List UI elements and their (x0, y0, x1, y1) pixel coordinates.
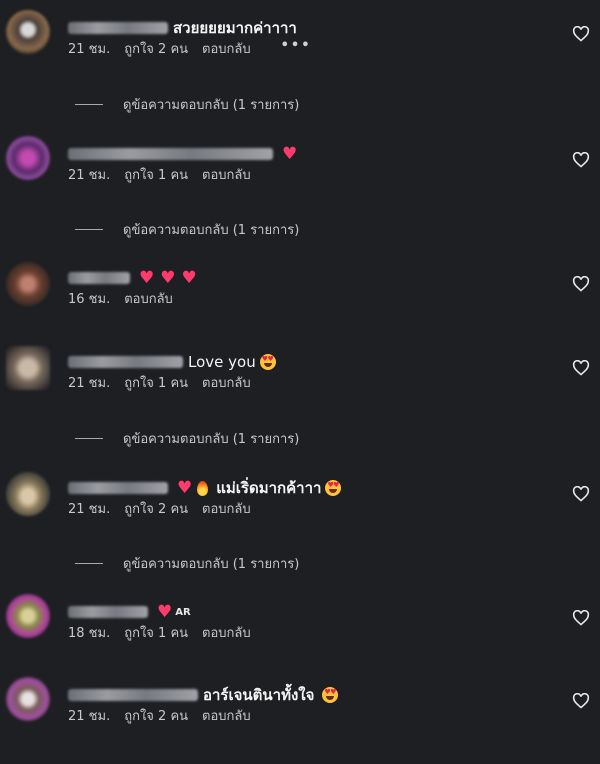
comment-time: 21 ชม. (68, 376, 111, 391)
username-blurred[interactable] (68, 22, 168, 34)
view-replies-label: ดูข้อความตอบกลับ (1 รายการ) (123, 223, 300, 238)
heart-eyes-emoji-icon (322, 687, 339, 703)
view-replies-label: ดูข้อความตอบกลับ (1 รายการ) (123, 98, 300, 113)
comment-time: 21 ชม. (68, 502, 111, 517)
heart-outline-icon[interactable] (572, 486, 590, 502)
comment-text: ♥ AR (153, 601, 191, 622)
reply-button[interactable]: ตอบกลับ (202, 705, 251, 726)
heart-emoji-icon: ♥ (282, 143, 298, 164)
comment-header: สวยยยยมากค่าาาา (68, 16, 297, 40)
comment-text-content: อาร์เจนตินาทั้งใจ (203, 686, 315, 704)
heart-emoji-icon: ♥ (139, 267, 155, 288)
heart-outline-icon[interactable] (572, 360, 590, 376)
replies-divider-line (75, 229, 103, 230)
heart-emoji-icon: ♥ (177, 477, 193, 498)
like-count[interactable]: ถูกใจ 1 คน (124, 164, 188, 185)
comment-meta: 21 ชม. ถูกใจ 1 คน ตอบกลับ (68, 164, 265, 185)
comment-meta: 18 ชม. ถูกใจ 1 คน ตอบกลับ (68, 622, 265, 643)
comment-header: ♥ แม่เริ่ดมากค้าาา (68, 476, 342, 500)
like-count[interactable]: ถูกใจ 1 คน (124, 622, 188, 643)
avatar[interactable] (6, 594, 50, 638)
reply-button[interactable]: ตอบกลับ (202, 372, 251, 393)
replies-divider-line (75, 438, 103, 439)
avatar[interactable] (6, 677, 50, 721)
comment-meta: 16 ชม. ตอบกลับ (68, 288, 187, 309)
replies-divider-line (75, 563, 103, 564)
reply-button[interactable]: ตอบกลับ (202, 164, 251, 185)
heart-eyes-emoji-icon (325, 480, 342, 496)
comment-text: ♥ ♥ ♥ (135, 267, 197, 288)
comment-time: 18 ชม. (68, 626, 111, 641)
view-replies-link[interactable]: ดูข้อความตอบกลับ (1 รายการ) (75, 428, 299, 449)
reply-button[interactable]: ตอบกลับ (202, 622, 251, 643)
like-count[interactable]: ถูกใจ 2 คน (124, 498, 188, 519)
like-count[interactable]: ถูกใจ 2 คน (124, 705, 188, 726)
comment-time: 21 ชม. (68, 168, 111, 183)
avatar[interactable] (6, 262, 50, 306)
avatar[interactable] (6, 10, 50, 54)
comment-meta: 21 ชม. ถูกใจ 2 คน ตอบกลับ (68, 498, 265, 519)
heart-outline-icon[interactable] (572, 610, 590, 626)
heart-emoji-icon: ♥ (181, 267, 197, 288)
comment-text: สวยยยยมากค่าาาา (173, 19, 297, 37)
heart-emoji-icon: ♥ (157, 601, 173, 622)
username-blurred[interactable] (68, 148, 273, 160)
reply-button[interactable]: ตอบกลับ (202, 498, 251, 519)
avatar[interactable] (6, 136, 50, 180)
avatar[interactable] (6, 346, 50, 390)
comment-header: ♥ AR (68, 600, 191, 624)
view-replies-link[interactable]: ดูข้อความตอบกลับ (1 รายการ) (75, 219, 299, 240)
like-count[interactable]: ถูกใจ 1 คน (124, 372, 188, 393)
ar-badge: AR (175, 606, 191, 618)
comment-text-content: Love you (188, 353, 256, 371)
replies-divider-line (75, 104, 103, 105)
username-blurred[interactable] (68, 606, 148, 618)
heart-outline-icon[interactable] (572, 26, 590, 42)
comment-header: ♥ ♥ ♥ (68, 266, 197, 290)
heart-outline-icon[interactable] (572, 693, 590, 709)
heart-outline-icon[interactable] (572, 152, 590, 168)
comment-header: Love you (68, 350, 276, 374)
view-replies-link[interactable]: ดูข้อความตอบกลับ (1 รายการ) (75, 553, 299, 574)
comment-meta: 21 ชม. ถูกใจ 1 คน ตอบกลับ (68, 372, 265, 393)
heart-eyes-emoji-icon (259, 354, 276, 370)
comment-text: ♥ แม่เริ่ดมากค้าาา (173, 476, 342, 500)
comment-meta: 21 ชม. ถูกใจ 2 คน ตอบกลับ (68, 705, 265, 726)
comment-time: 21 ชม. (68, 42, 111, 57)
avatar[interactable] (6, 472, 50, 516)
comment-text: Love you (188, 353, 276, 371)
like-count[interactable]: ถูกใจ 2 คน (124, 38, 188, 59)
comment-meta: 21 ชม. ถูกใจ 2 คน ตอบกลับ ••• (68, 38, 326, 59)
more-options-icon[interactable]: ••• (281, 38, 312, 59)
username-blurred[interactable] (68, 356, 183, 368)
view-replies-label: ดูข้อความตอบกลับ (1 รายการ) (123, 432, 300, 447)
heart-emoji-icon: ♥ (160, 267, 176, 288)
comment-header: ♥ (68, 142, 297, 166)
reply-button[interactable]: ตอบกลับ (124, 288, 173, 309)
heart-outline-icon[interactable] (572, 276, 590, 292)
view-replies-label: ดูข้อความตอบกลับ (1 รายการ) (123, 557, 300, 572)
username-blurred[interactable] (68, 689, 198, 701)
comment-text: อาร์เจนตินาทั้งใจ (203, 683, 339, 707)
fire-emoji-icon (197, 480, 209, 496)
comment-time: 16 ชม. (68, 292, 111, 307)
username-blurred[interactable] (68, 482, 168, 494)
reply-button[interactable]: ตอบกลับ (202, 38, 251, 59)
comment-time: 21 ชม. (68, 709, 111, 724)
view-replies-link[interactable]: ดูข้อความตอบกลับ (1 รายการ) (75, 94, 299, 115)
username-blurred[interactable] (68, 272, 130, 284)
comment-text-content: แม่เริ่ดมากค้าาา (216, 479, 322, 497)
comment-header: อาร์เจนตินาทั้งใจ (68, 683, 339, 707)
comment-text: ♥ (278, 143, 298, 164)
